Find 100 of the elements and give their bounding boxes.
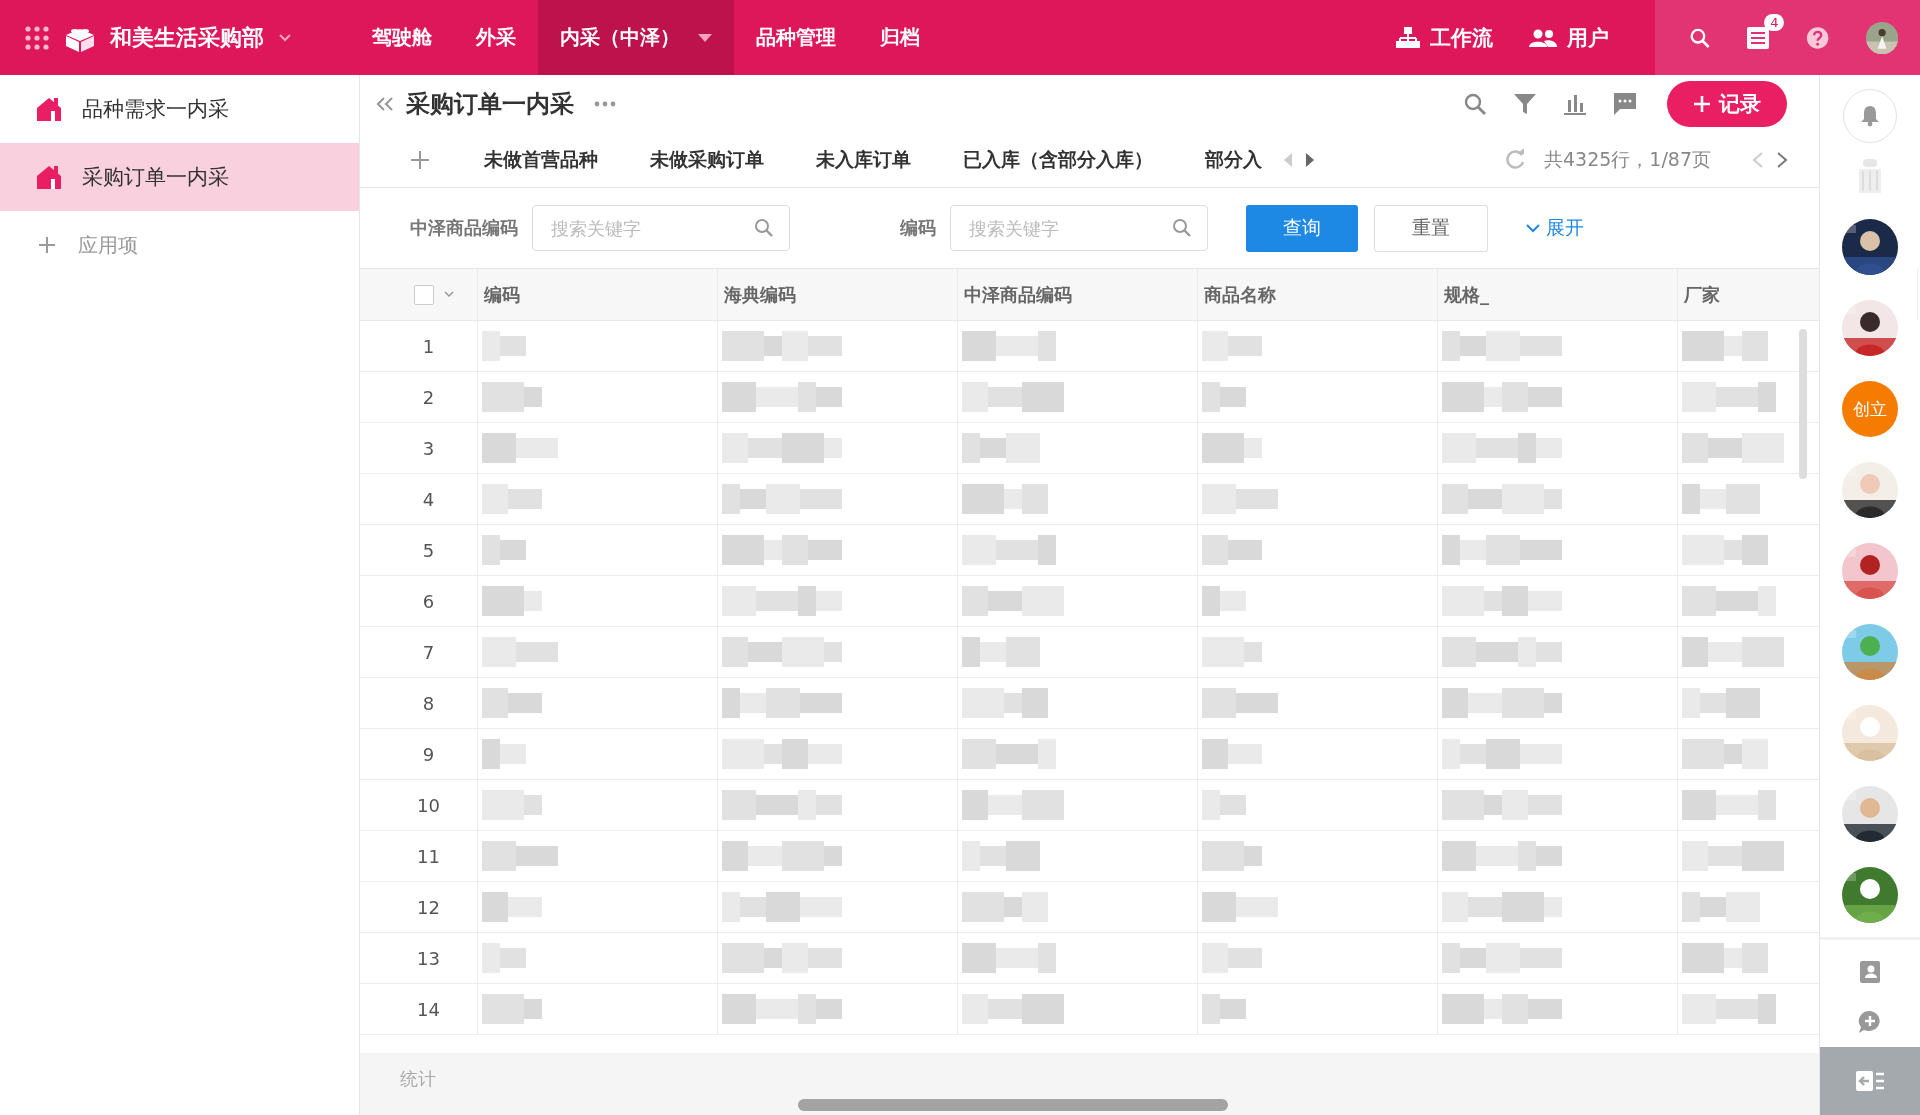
blurred-text-drawing <box>1202 382 1246 412</box>
blurred-text-drawing <box>482 688 542 718</box>
chevron-down-icon[interactable] <box>443 291 454 298</box>
notification-badge: 4 <box>1764 13 1785 31</box>
blurred-text-drawing <box>482 994 542 1024</box>
blurred-text-drawing <box>482 790 542 820</box>
refresh-icon[interactable] <box>1503 149 1526 171</box>
blurred-text-drawing <box>482 892 542 922</box>
search-icon[interactable] <box>754 218 774 238</box>
blurred-text-drawing <box>482 739 526 769</box>
blurred-text-drawing <box>1202 739 1262 769</box>
row-number: 5 <box>360 525 478 575</box>
expand-link[interactable]: 展开 <box>1526 215 1584 241</box>
row-number: 10 <box>360 780 478 830</box>
view-tab[interactable]: 已入库（含部分入库） <box>963 135 1153 185</box>
scroll-left-icon[interactable] <box>1282 152 1294 168</box>
search-field[interactable]: 搜索关键字 <box>532 205 790 251</box>
search-icon[interactable] <box>1172 218 1192 238</box>
row-number: 14 <box>360 984 478 1034</box>
chevron-down-icon[interactable] <box>1526 223 1540 233</box>
view-tab[interactable]: 未做采购订单 <box>650 135 764 185</box>
nav-tab[interactable]: 内采（中泽） <box>538 0 734 75</box>
more-icon[interactable] <box>594 101 616 107</box>
nav-tab[interactable]: 驾驶舱 <box>350 0 454 75</box>
add-app-item[interactable]: 应用项 <box>0 211 359 279</box>
house-icon[interactable] <box>36 165 62 189</box>
select-all-checkbox[interactable] <box>413 284 434 305</box>
blurred-text-drawing <box>482 535 526 565</box>
top-link[interactable]: 用户 <box>1529 23 1609 52</box>
row-number: 7 <box>360 627 478 677</box>
row-number: 3 <box>360 423 478 473</box>
blurred-text-drawing <box>1202 637 1262 667</box>
reset-button[interactable]: 重置 <box>1374 204 1488 252</box>
list-icon[interactable] <box>1746 25 1771 50</box>
column-header[interactable]: 编码 <box>478 269 718 320</box>
panel-collapse-icon[interactable] <box>1855 1070 1885 1092</box>
add-tab-icon[interactable] <box>410 150 430 170</box>
next-page-icon[interactable] <box>1775 151 1789 169</box>
blurred-text-drawing <box>1202 841 1262 871</box>
scroll-right-icon[interactable] <box>1304 152 1316 168</box>
user-avatar[interactable]: 创立 <box>1842 381 1898 437</box>
blurred-text-drawing <box>482 331 526 361</box>
search-icon[interactable] <box>1463 92 1487 116</box>
blurred-text-drawing <box>1202 943 1262 973</box>
caret-down-icon[interactable] <box>698 33 712 42</box>
view-tab[interactable]: 未做首营品种 <box>484 135 598 185</box>
page-title: 采购订单一内采 <box>406 89 574 120</box>
column-header[interactable]: 商品名称 <box>1198 269 1438 320</box>
top-link[interactable]: 工作流 <box>1396 23 1493 52</box>
app-name[interactable]: 和美生活采购部 <box>110 22 264 53</box>
row-number: 2 <box>360 372 478 422</box>
add-comment-icon[interactable] <box>1858 1010 1882 1034</box>
sidebar-item[interactable]: 采购订单一内采 <box>0 143 359 211</box>
horizontal-scrollbar[interactable] <box>798 1099 1228 1111</box>
filter-label: 中泽商品编码 <box>410 216 518 240</box>
row-number: 12 <box>360 882 478 932</box>
add-record-button[interactable]: 记录 <box>1667 81 1787 127</box>
filter-icon[interactable] <box>1513 92 1537 116</box>
filter-label: 编码 <box>900 216 936 240</box>
house-icon[interactable] <box>36 97 62 121</box>
collapse-panel-button[interactable] <box>1820 1047 1920 1115</box>
row-number: 1 <box>360 321 478 371</box>
blurred-text-drawing <box>1202 535 1262 565</box>
nav-tab[interactable]: 外采 <box>454 0 538 75</box>
row-number: 11 <box>360 831 478 881</box>
contact-card-icon[interactable] <box>1859 960 1881 984</box>
column-header[interactable]: 规格_ <box>1438 269 1678 320</box>
column-header[interactable]: 中泽商品编码 <box>958 269 1198 320</box>
nav-tab[interactable]: 品种管理 <box>734 0 858 75</box>
blurred-text-drawing <box>482 484 542 514</box>
statistics-label: 统计 <box>400 1067 436 1091</box>
vertical-scrollbar[interactable] <box>1799 329 1807 479</box>
bell-icon[interactable] <box>1860 105 1880 127</box>
blurred-text-drawing <box>1202 790 1246 820</box>
column-header[interactable]: 海典编码 <box>718 269 958 320</box>
query-button[interactable]: 查询 <box>1246 204 1358 252</box>
search-field[interactable]: 搜索关键字 <box>950 205 1208 251</box>
workflow-icon[interactable] <box>1396 26 1420 49</box>
view-tab[interactable]: 未入库订单 <box>816 135 911 185</box>
previous-page-icon[interactable] <box>1751 151 1765 169</box>
row-number: 8 <box>360 678 478 728</box>
help-icon[interactable] <box>1806 24 1830 51</box>
nav-tab[interactable]: 归档 <box>858 0 942 75</box>
row-number: 13 <box>360 933 478 983</box>
blurred-text-drawing <box>1202 586 1246 616</box>
chevron-down-icon[interactable] <box>278 32 292 43</box>
users-icon[interactable] <box>1529 27 1557 48</box>
bar-chart-icon[interactable] <box>1563 92 1587 116</box>
sidebar-item[interactable]: 品种需求一内采 <box>0 75 359 143</box>
blurred-text-drawing <box>482 586 542 616</box>
row-number: 6 <box>360 576 478 626</box>
blurred-text-drawing <box>1202 994 1246 1024</box>
apps-grid-icon[interactable] <box>24 24 50 51</box>
plus-icon[interactable] <box>38 236 56 254</box>
row-number: 4 <box>360 474 478 524</box>
blurred-text-drawing <box>482 943 526 973</box>
comment-icon[interactable] <box>1613 92 1637 116</box>
view-tab[interactable]: 部分入 <box>1205 135 1262 185</box>
collapse-icon[interactable] <box>376 96 394 112</box>
blurred-text-drawing <box>1202 331 1262 361</box>
